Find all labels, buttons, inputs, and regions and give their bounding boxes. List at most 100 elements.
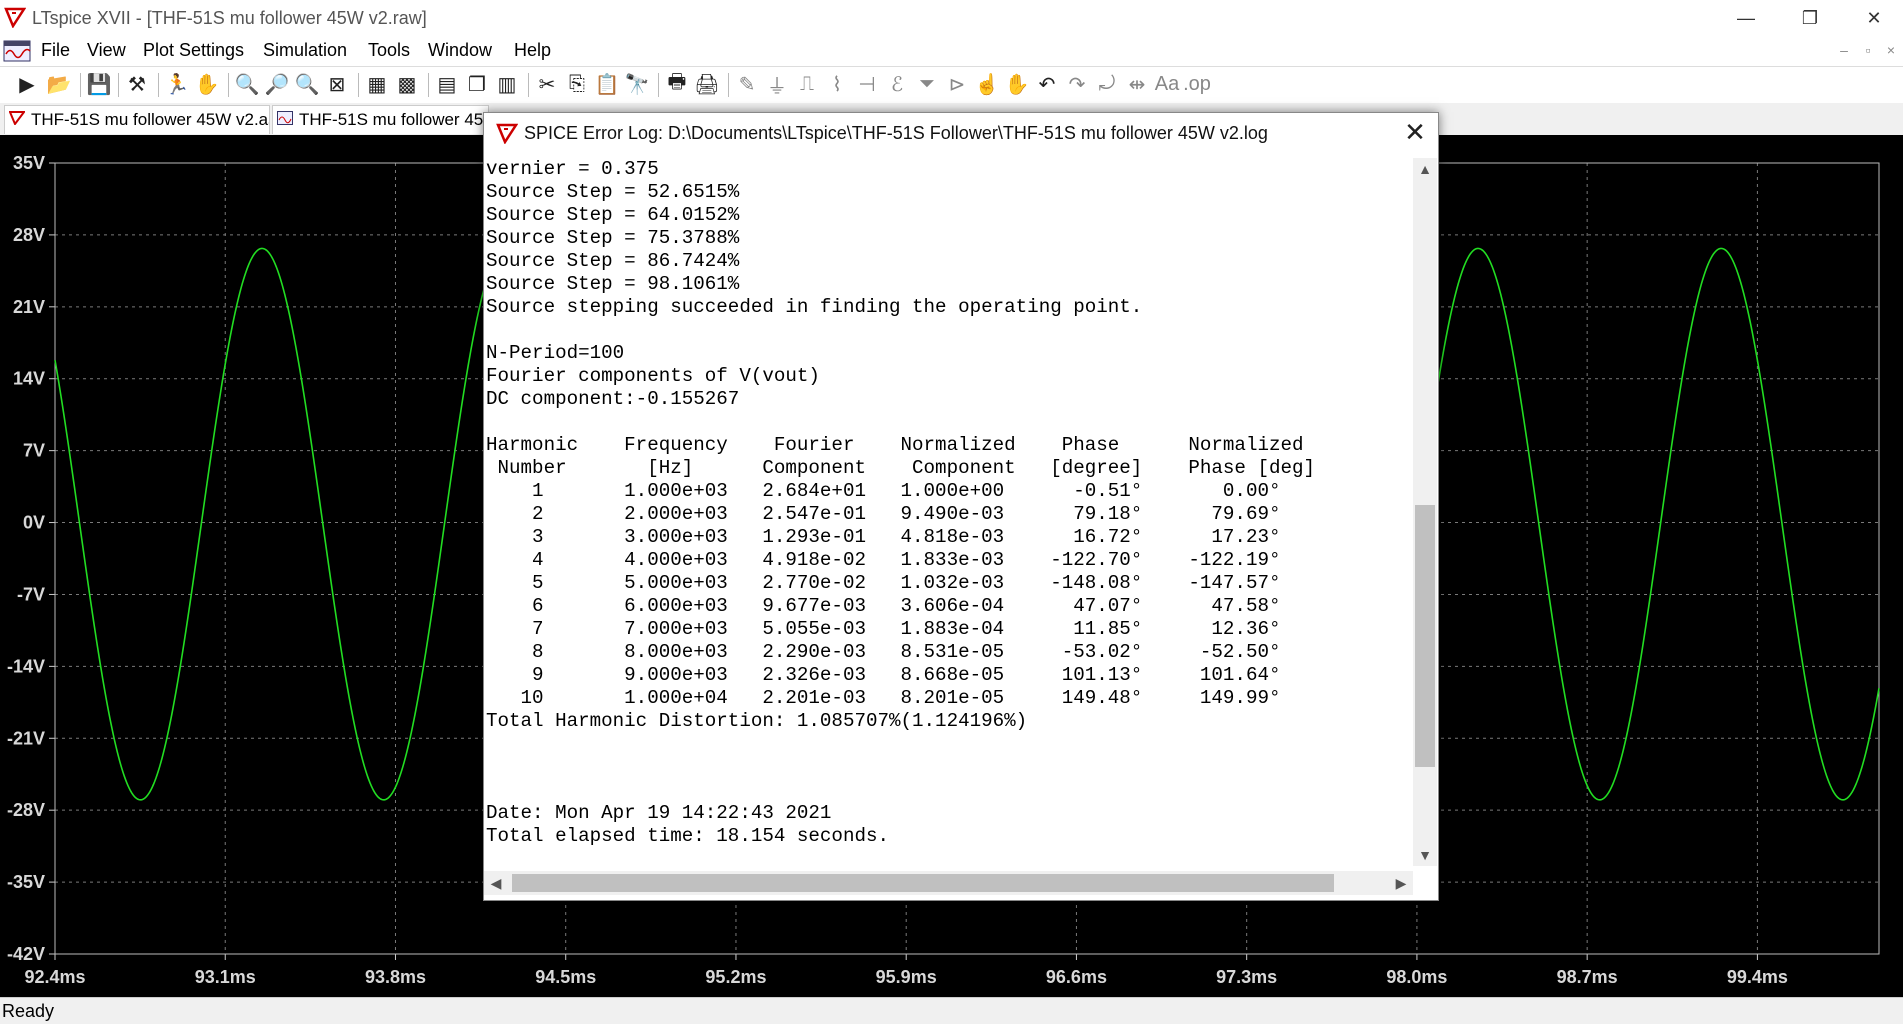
spice-error-log-dialog: SPICE Error Log: D:\Documents\LTspice\TH… [483,112,1439,901]
tab-schematic[interactable]: THF-51S mu follower 45W v2.asc [4,105,270,134]
text-icon[interactable]: Aa [1154,71,1180,97]
log-line: Date: Mon Apr 19 14:22:43 2021 [486,802,832,824]
y-tick-label: -28V [7,800,45,820]
toolbar-separator [228,73,229,97]
undo-icon[interactable]: ↶ [1034,71,1060,97]
plot-window-icon[interactable] [3,39,31,63]
rotate-icon[interactable]: ⤾ [1094,71,1120,97]
close-window-button[interactable]: ✕ [1845,0,1903,36]
zoom-out-icon[interactable]: 🔍 [294,71,320,97]
run-icon[interactable]: ▶ [14,71,40,97]
tile-vertical-icon[interactable]: ▥ [494,71,520,97]
tab-label: THF-51S mu follower 45W v2.raw [299,110,488,129]
log-line: 5 5.000e+03 2.770e-02 1.032e-03 -148.08°… [486,572,1281,594]
waveform-icon [277,106,295,134]
y-tick-label: -21V [7,728,45,748]
run-simulation-icon[interactable]: 🏃 [164,71,190,97]
y-tick-label: -14V [7,656,45,676]
find-binoculars-icon[interactable]: 🔭 [624,71,650,97]
ground-icon[interactable]: ⏚ [764,71,790,98]
menu-plot-settings[interactable]: Plot Settings [143,40,244,61]
window-titlebar: LTspice XVII - [THF-51S mu follower 45W … [0,0,1903,36]
drag-hand-icon[interactable]: ✋ [1004,71,1030,97]
tab-waveform[interactable]: THF-51S mu follower 45W v2.raw [272,105,489,134]
restore-button[interactable]: ❐ [1781,0,1839,36]
scroll-right-icon[interactable]: ▶ [1389,871,1413,895]
y-tick-label: -35V [7,872,45,892]
log-line: Total Harmonic Distortion: 1.085707%(1.1… [486,710,1028,732]
x-tick-label: 98.7ms [1557,967,1618,987]
dialog-close-button[interactable]: ✕ [1392,113,1438,153]
menu-tools[interactable]: Tools [368,40,410,61]
copy-icon[interactable]: ⎘ [564,71,590,97]
diode-icon[interactable]: ⏷ [914,71,940,97]
log-line: Number [Hz] Component Component [degree]… [486,457,1316,479]
log-line: 6 6.000e+03 9.677e-03 3.606e-04 47.07° 4… [486,595,1281,617]
component-icon[interactable]: ⊳ [944,71,970,97]
minimize-button[interactable]: — [1717,0,1775,36]
y-tick-label: -7V [17,584,45,604]
draw-wire-icon[interactable]: ✎ [734,71,760,97]
y-tick-label: -42V [7,944,45,964]
grid-icon[interactable]: ▩ [394,71,420,97]
mdi-minimize-button[interactable]: ‒ [1833,42,1855,62]
control-panel-icon[interactable]: ⚒ [124,71,150,97]
cascade-icon[interactable]: ❐ [464,71,490,97]
redo-icon[interactable]: ↷ [1064,71,1090,97]
toolbar-separator [658,73,659,97]
schematic-icon [8,106,27,134]
scroll-up-icon[interactable]: ▲ [1413,158,1437,180]
x-tick-label: 96.6ms [1046,967,1107,987]
zoom-full-icon[interactable]: ⊠ [324,71,350,97]
print-icon[interactable]: 🖶 [664,71,690,97]
status-bar: Ready [0,997,1903,1024]
label-net-icon[interactable]: ⎍ [794,71,820,97]
log-line: Total elapsed time: 18.154 seconds. [486,825,890,847]
move-hand-icon[interactable]: ☝ [974,71,1000,97]
zoom-in-icon[interactable]: 🔍 [234,71,260,97]
save-icon[interactable]: 💾 [86,71,112,97]
scroll-left-icon[interactable]: ◀ [484,871,508,895]
log-line: Source Step = 64.0152% [486,204,740,226]
menu-help[interactable]: Help [514,40,551,61]
spice-directive-icon[interactable]: .op [1183,71,1211,97]
menu-bar: File View Plot Settings Simulation Tools… [0,36,1903,66]
scroll-down-icon[interactable]: ▼ [1413,844,1437,866]
horizontal-scroll-thumb[interactable] [512,874,1334,892]
horizontal-scrollbar[interactable]: ◀ ▶ [484,871,1413,895]
ltspice-app-icon [496,123,518,144]
resistor-icon[interactable]: ⌇ [824,71,850,97]
y-tick-label: 14V [13,369,45,389]
autoscale-icon[interactable]: ▦ [364,71,390,97]
vertical-scroll-thumb[interactable] [1415,505,1435,767]
open-folder-icon[interactable]: 📂 [46,71,72,97]
paste-icon[interactable]: 📋 [594,71,620,97]
print-setup-icon[interactable]: 🖨 [694,71,720,97]
log-text-area[interactable]: vernier = 0.375 Source Step = 52.6515% Sou… [486,158,1411,848]
log-line: 8 8.000e+03 2.290e-03 8.531e-05 -53.02° … [486,641,1281,663]
log-line: 10 1.000e+04 2.201e-03 8.201e-05 149.48°… [486,687,1281,709]
x-tick-label: 98.0ms [1386,967,1447,987]
menu-file[interactable]: File [41,40,70,61]
pan-icon[interactable]: 🔎 [264,71,290,97]
tile-horizontal-icon[interactable]: ▤ [434,71,460,97]
menu-view[interactable]: View [87,40,126,61]
mdi-restore-button[interactable]: ▫ [1857,42,1879,62]
inductor-icon[interactable]: ℰ [884,71,910,97]
vertical-scrollbar[interactable]: ▲ ▼ [1413,158,1437,866]
mdi-close-button[interactable]: × [1880,42,1902,62]
dialog-titlebar[interactable]: SPICE Error Log: D:\Documents\LTspice\TH… [484,113,1438,153]
menu-simulation[interactable]: Simulation [263,40,347,61]
x-tick-label: 93.1ms [195,967,256,987]
log-line: 9 9.000e+03 2.326e-03 8.668e-05 101.13° … [486,664,1281,686]
halt-hand-icon[interactable]: ✋ [194,71,220,97]
log-line: Source stepping succeeded in finding the… [486,296,1143,318]
mirror-icon[interactable]: ⇹ [1124,71,1150,97]
log-line: DC component:-0.155267 [486,388,740,410]
capacitor-icon[interactable]: ⊣ [854,71,880,97]
cut-icon[interactable]: ✂ [534,71,560,97]
menu-window[interactable]: Window [428,40,492,61]
